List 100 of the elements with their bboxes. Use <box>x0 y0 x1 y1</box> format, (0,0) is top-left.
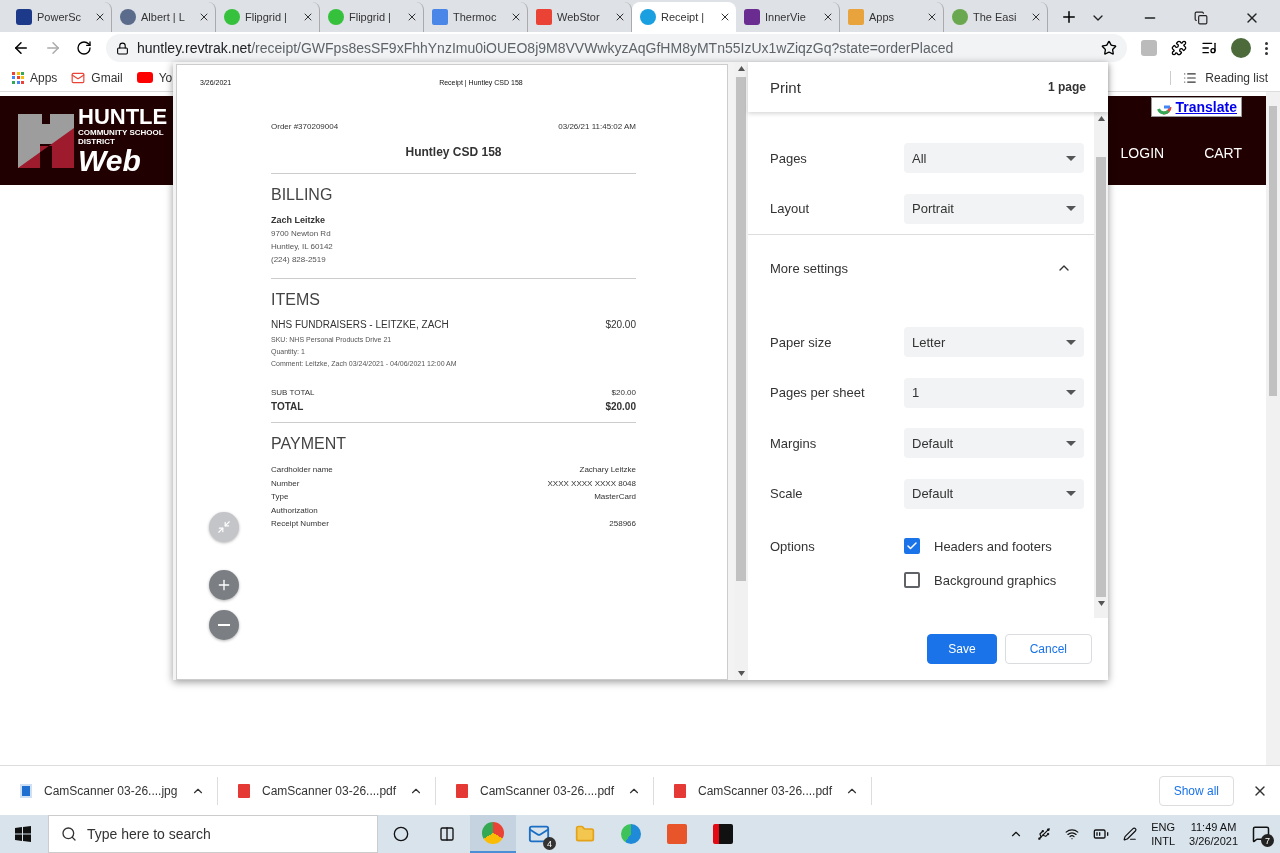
close-icon[interactable] <box>94 11 106 23</box>
cortana-icon[interactable] <box>393 826 409 842</box>
scroll-down-icon[interactable] <box>737 671 745 676</box>
download-item[interactable]: CamScanner 03-26....pdf <box>654 776 872 805</box>
save-button[interactable]: Save <box>927 634 997 664</box>
dropdown-arrow-icon <box>1066 206 1076 212</box>
translate-link[interactable]: Translate <box>1150 97 1242 117</box>
download-item[interactable]: CamScanner 03-26....pdf <box>218 776 436 805</box>
close-icon[interactable] <box>719 11 731 23</box>
download-item[interactable]: CamScanner 03-26....jpg <box>0 776 218 805</box>
setting-dropdown[interactable]: Portrait <box>904 193 1084 224</box>
nav-link[interactable]: CART <box>1204 145 1242 161</box>
logo-text: HUNTLE <box>78 105 169 128</box>
address-bar[interactable]: huntley.revtrak.net/receipt/GWFps8esSF9xFhhYnzImu0iOUEO8j9M8VVWwkyzAqGfHM8yMTn55IzUx1wZiqzGq?state=orderPlaced <box>106 34 1127 62</box>
close-icon[interactable] <box>510 11 522 23</box>
close-icon[interactable] <box>822 11 834 23</box>
edge-icon[interactable] <box>621 824 641 844</box>
check-icon <box>906 540 918 552</box>
more-icon[interactable] <box>1265 41 1268 55</box>
setting-dropdown[interactable]: 1 <box>904 377 1084 408</box>
dropdown-arrow-icon <box>1066 155 1076 161</box>
checkbox-label: Background graphics <box>934 572 1057 588</box>
checkbox[interactable] <box>904 538 920 554</box>
mail-icon <box>71 70 86 85</box>
lock-icon <box>116 41 129 55</box>
reading-list-button[interactable]: Reading list <box>1170 70 1268 85</box>
usb-icon[interactable] <box>1037 827 1052 841</box>
dropdown-arrow-icon <box>1066 339 1076 345</box>
pdf-file-icon <box>238 783 250 798</box>
nav-link[interactable]: LOGIN <box>1120 145 1165 161</box>
section-heading: ITEMS <box>271 291 321 309</box>
scrollbar[interactable] <box>1094 112 1108 618</box>
bookmark[interactable]: Apps <box>12 70 58 85</box>
bookmark[interactable]: Gmail <box>71 70 123 85</box>
app-icon[interactable] <box>713 824 733 844</box>
checkbox-label: Headers and footers <box>934 538 1052 554</box>
url-text: huntley.revtrak.net/receipt/GWFps8esSF9xFhhYnzImu0iOUEO8j9M8VVWwkyzAqGfHM8yMTn55IzUx1wZiqzGq?state=orderPlaced <box>137 40 954 56</box>
image-file-icon <box>20 783 32 798</box>
restore-icon[interactable] <box>1194 11 1208 25</box>
apps-grid-icon <box>12 71 24 84</box>
taskbar-search-field[interactable]: Type here to search <box>48 815 378 853</box>
order-number: Order #370209004 <box>271 122 339 131</box>
pdf-file-icon <box>456 783 468 798</box>
cancel-button[interactable]: Cancel <box>1004 634 1092 664</box>
section-heading: BILLING <box>271 186 334 204</box>
billing-line: 9700 Newton Rd <box>271 228 332 240</box>
battery-icon[interactable] <box>1093 826 1110 842</box>
dropdown-arrow-icon <box>1066 491 1076 497</box>
billing-line: Huntley, IL 60142 <box>271 241 334 253</box>
browser-taskbar-button[interactable] <box>470 815 516 853</box>
download-item[interactable]: CamScanner 03-26....pdf <box>436 776 654 805</box>
setting-label: Margins <box>770 435 818 451</box>
payment-label: Receipt Number <box>271 518 329 530</box>
close-icon[interactable] <box>302 11 314 23</box>
setting-dropdown[interactable]: All <box>904 143 1084 174</box>
setting-label: Layout <box>770 201 811 217</box>
scroll-up-icon[interactable] <box>1097 116 1105 121</box>
star-icon[interactable] <box>1101 40 1117 56</box>
reload-icon[interactable] <box>76 40 92 56</box>
bookmark[interactable]: Yo <box>136 70 173 85</box>
mail-icon[interactable] <box>528 823 550 845</box>
setting-dropdown[interactable]: Default <box>904 428 1084 459</box>
checkbox[interactable] <box>904 572 920 588</box>
language-indicator[interactable]: ENG INTL <box>1151 820 1176 848</box>
close-icon[interactable] <box>614 11 626 23</box>
scroll-up-icon[interactable] <box>737 66 745 71</box>
windows-logo-icon[interactable] <box>15 826 31 842</box>
setting-label: Scale <box>770 486 804 502</box>
close-icon[interactable] <box>406 11 418 23</box>
favicon-icon <box>744 9 760 25</box>
browser-icon <box>482 822 504 844</box>
extensions-icon[interactable] <box>1171 40 1187 56</box>
notification-badge: 7 <box>1261 834 1274 847</box>
setting-dropdown[interactable]: Default <box>904 478 1084 509</box>
close-icon[interactable] <box>198 11 210 23</box>
favicon-icon <box>120 9 136 25</box>
wifi-icon[interactable] <box>1065 827 1080 841</box>
clock[interactable]: 11:49 AM 3/26/2021 <box>1189 820 1238 848</box>
new-tab-icon[interactable] <box>1060 8 1078 26</box>
dropdown-arrow-icon <box>1066 440 1076 446</box>
pen-icon[interactable] <box>1123 827 1138 841</box>
close-icon[interactable] <box>926 11 938 23</box>
avatar-icon[interactable] <box>1231 38 1251 58</box>
task-view-icon[interactable] <box>439 826 455 842</box>
subtotal-value: $20.00 <box>611 388 636 397</box>
favicon-icon <box>536 9 552 25</box>
browser-tab[interactable]: Receipt | <box>632 2 736 32</box>
total-value: $20.00 <box>605 401 636 412</box>
scrollbar[interactable] <box>1266 92 1280 765</box>
show-all-button[interactable]: Show all <box>1158 775 1234 806</box>
back-icon[interactable] <box>12 39 30 57</box>
more-settings-toggle[interactable]: More settings <box>770 235 1086 301</box>
media-icon[interactable] <box>1201 40 1217 56</box>
scroll-down-icon[interactable] <box>1097 601 1105 606</box>
billing-name: Zach Leitzke <box>271 214 327 227</box>
payment-label: Type <box>271 491 289 503</box>
favicon-icon <box>848 9 864 25</box>
close-icon[interactable] <box>1030 11 1042 23</box>
dropdown-arrow-icon <box>1066 390 1076 396</box>
setting-dropdown[interactable]: Letter <box>904 327 1084 358</box>
